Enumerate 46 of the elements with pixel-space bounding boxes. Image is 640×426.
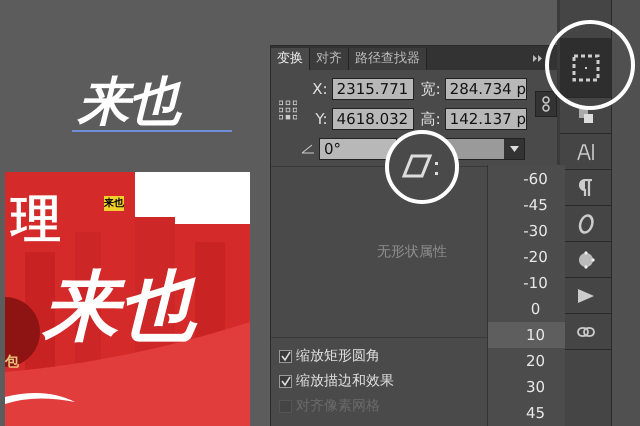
field-label: X: <box>311 79 328 100</box>
input-field[interactable]: 284.734 p <box>444 78 527 100</box>
dropdown-item[interactable]: 10 <box>488 322 565 348</box>
opentype-icon[interactable] <box>578 214 594 234</box>
paragraph-icon[interactable] <box>578 178 592 196</box>
field-label: 宽: <box>420 79 441 100</box>
play-icon[interactable] <box>576 288 594 304</box>
character-icon[interactable] <box>576 142 594 160</box>
empty-message: 无形状属性 <box>377 242 447 262</box>
transform-icon[interactable] <box>570 52 602 84</box>
checkbox[interactable] <box>279 375 292 388</box>
panel-menu-icon[interactable] <box>533 55 543 62</box>
shear-field[interactable] <box>445 138 525 160</box>
constrain-link-button[interactable] <box>535 91 557 117</box>
input-field[interactable]: 2315.771 <box>332 78 414 100</box>
dropdown-item[interactable]: -10 <box>488 270 565 296</box>
artwork-title: 来也 <box>78 74 180 130</box>
input-field[interactable]: 4618.032 <box>332 108 414 130</box>
reference-point-icon[interactable] <box>279 100 297 120</box>
dropdown-item[interactable]: -60 <box>488 166 565 192</box>
option-label: 缩放矩形圆角 <box>296 347 380 366</box>
dropdown-item[interactable]: 0 <box>488 296 565 322</box>
dropdown-item[interactable]: -20 <box>488 244 565 270</box>
dropdown-item[interactable]: -30 <box>488 218 565 244</box>
banner-headline: 来也 <box>43 268 195 344</box>
panel-tab[interactable]: 对齐 <box>310 48 349 70</box>
dropdown-item[interactable]: -45 <box>488 192 565 218</box>
link-icon[interactable] <box>576 326 594 336</box>
banner-character: 理 <box>11 194 61 244</box>
angle-icon <box>301 144 315 154</box>
dropdown-item[interactable]: 45 <box>488 400 565 426</box>
panel-tab[interactable]: 路径查找器 <box>349 48 427 70</box>
dropdown-item[interactable]: 20 <box>488 348 565 374</box>
chain-link-icon <box>542 96 550 112</box>
dropdown-item[interactable]: 30 <box>488 374 565 400</box>
pathfinder-icon[interactable] <box>578 108 594 124</box>
dropdown-caret-icon <box>510 146 518 152</box>
circle-text: 包 <box>5 353 19 372</box>
input-field[interactable]: 142.137 p <box>444 108 527 130</box>
checkbox[interactable] <box>279 350 292 363</box>
option-label: 缩放描边和效果 <box>296 372 394 391</box>
badge: 来也 <box>104 196 124 211</box>
panel-tab[interactable]: 变换 <box>271 48 310 70</box>
rotate-field[interactable]: 0° <box>319 138 397 160</box>
field-label: 高: <box>420 108 441 130</box>
field-label: Y: <box>314 108 328 130</box>
